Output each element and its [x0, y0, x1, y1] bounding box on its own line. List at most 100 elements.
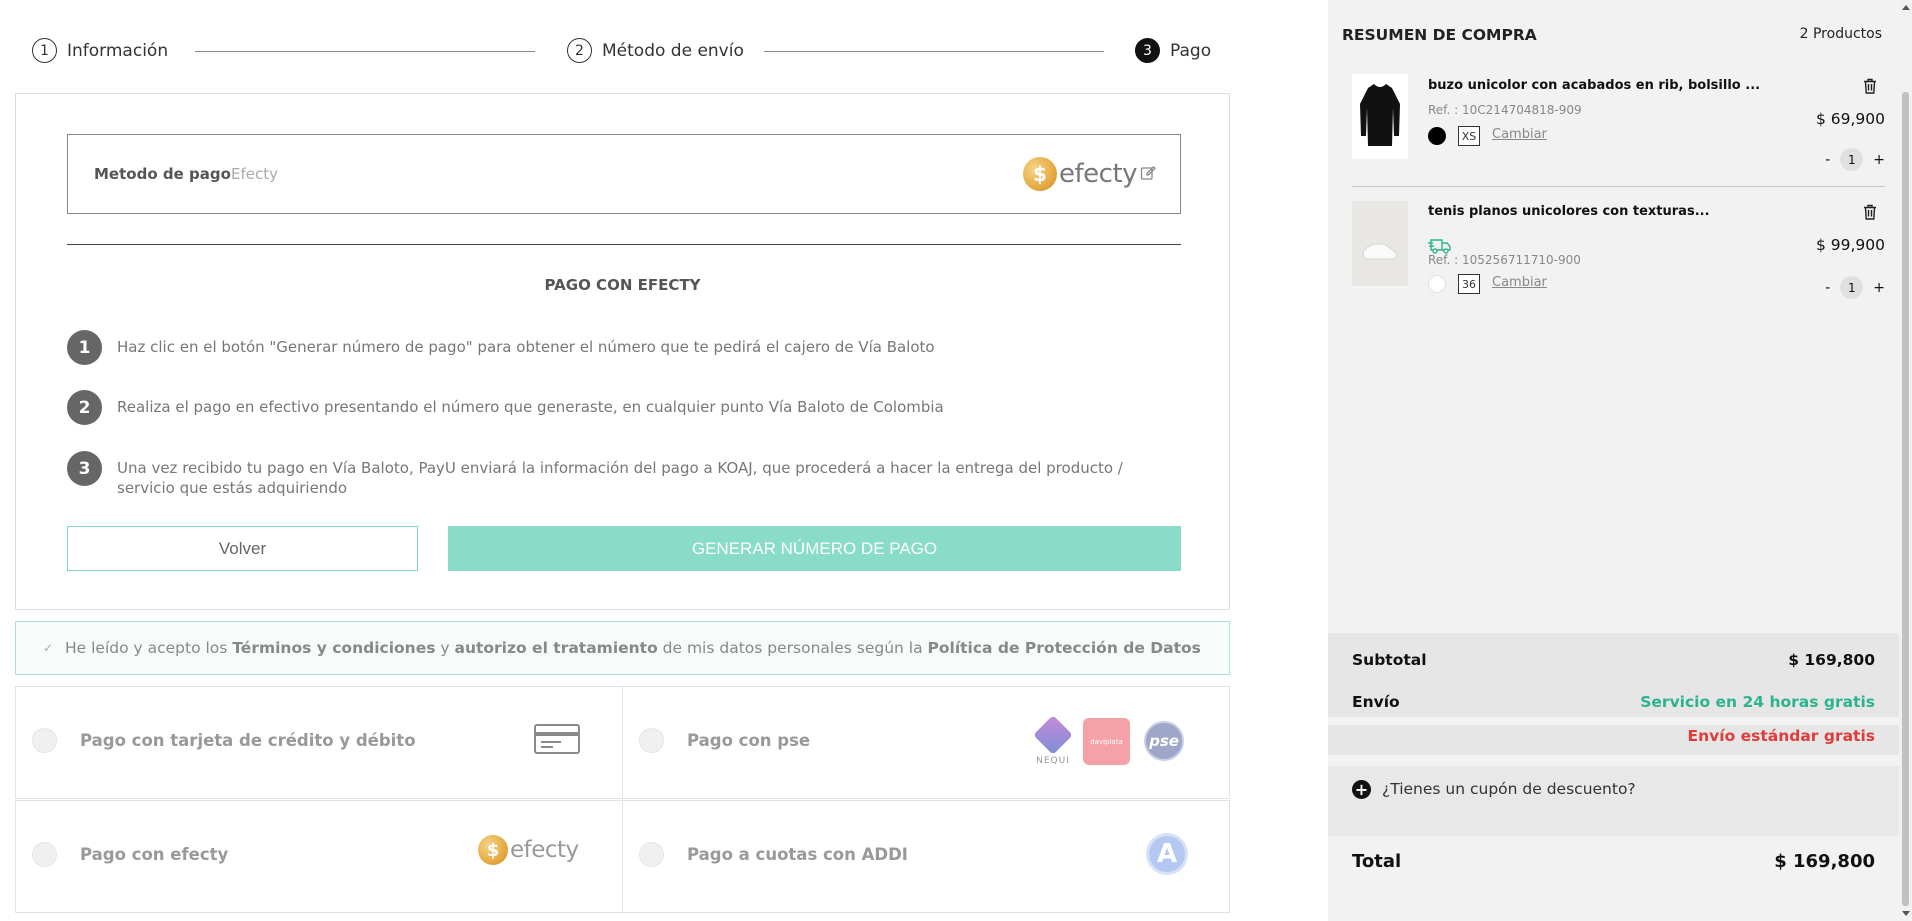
radio-button[interactable]	[32, 842, 57, 867]
product-price: $ 99,900	[1815, 236, 1885, 254]
radio-button[interactable]	[32, 728, 57, 753]
decrease-button[interactable]: -	[1825, 152, 1830, 168]
payment-option-label: Pago con efecty	[80, 845, 229, 864]
terms-text: He leído y acepto los Términos y condici…	[65, 639, 1201, 657]
product-price: $ 69,900	[1815, 110, 1885, 128]
efecty-logo-text: efecty	[510, 837, 579, 863]
instruction-step: 1 Haz clic en el botón "Generar número d…	[67, 330, 1167, 365]
payment-option-label: Pago con pse	[687, 731, 811, 750]
daviplata-logo: daviplata	[1083, 718, 1130, 765]
pse-logo: pse	[1144, 721, 1184, 761]
product-name[interactable]: tenis planos unicolores con texturas...	[1428, 204, 1710, 219]
quantity-value: 1	[1840, 148, 1864, 171]
quantity-stepper: - 1 +	[1825, 276, 1885, 299]
payment-method-label: Metodo de pago	[94, 165, 231, 183]
edit-icon[interactable]	[1140, 165, 1156, 181]
change-link[interactable]: Cambiar	[1492, 127, 1547, 142]
check-icon[interactable]: ✓	[41, 641, 55, 655]
product-image	[1352, 201, 1408, 286]
step-connector	[764, 51, 1104, 52]
step-pago[interactable]: 3 Pago	[1135, 38, 1211, 63]
instruction-number: 2	[67, 390, 102, 425]
efecty-logo: $ efecty	[1023, 157, 1138, 191]
terms-consent[interactable]: ✓ He leído y acepto los Términos y condi…	[15, 621, 1230, 675]
product-name[interactable]: buzo unicolor con acabados en rib, bolsi…	[1428, 78, 1760, 93]
order-summary: RESUMEN DE COMPRA 2 Productos buzo unico…	[1328, 0, 1912, 921]
payment-option-label: Pago a cuotas con ADDI	[687, 845, 908, 864]
nequi-logo-text: NEQUI	[1036, 756, 1070, 766]
payment-option-efecty[interactable]: Pago con efecty $ efecty	[15, 800, 623, 913]
generate-payment-number-button[interactable]: GENERAR NÚMERO DE PAGO	[448, 526, 1181, 571]
coupon-toggle[interactable]: + ¿Tienes un cupón de descuento?	[1328, 766, 1899, 836]
scroll-down-arrow-icon[interactable]	[1902, 911, 1910, 916]
payment-panel: Metodo de pago Efecty $ efecty PAGO CON …	[15, 93, 1230, 610]
subtotal-label: Subtotal	[1352, 651, 1427, 669]
cart-item: buzo unicolor con acabados en rib, bolsi…	[1352, 74, 1885, 184]
trash-icon[interactable]	[1863, 78, 1877, 94]
increase-button[interactable]: +	[1873, 152, 1885, 168]
coupon-label[interactable]: ¿Tienes un cupón de descuento?	[1382, 780, 1636, 798]
nequi-icon	[1033, 715, 1073, 755]
decrease-button[interactable]: -	[1825, 280, 1830, 296]
shipping-label: Envío	[1352, 693, 1400, 711]
quantity-stepper: - 1 +	[1825, 148, 1885, 171]
step-metodo-envio[interactable]: 2 Método de envío	[567, 38, 744, 63]
size-badge: 36	[1458, 274, 1480, 294]
instruction-text: Realiza el pago en efectivo presentando …	[117, 398, 944, 416]
step-label: Método de envío	[602, 40, 744, 61]
efecty-coin-icon: $	[1023, 157, 1057, 191]
step-label: Información	[67, 40, 169, 61]
scrollbar-thumb[interactable]	[1902, 92, 1909, 906]
radio-button[interactable]	[639, 728, 664, 753]
product-ref: Ref. : 105256711710-900	[1428, 253, 1581, 267]
color-swatch	[1428, 275, 1446, 293]
standard-shipping-value: Envío estándar gratis	[1687, 727, 1875, 745]
increase-button[interactable]: +	[1873, 280, 1885, 296]
step-number: 1	[32, 38, 57, 63]
step-label: Pago	[1170, 40, 1212, 61]
step-informacion[interactable]: 1 Información	[32, 38, 168, 63]
instruction-step: 3 Una vez recibido tu pago en Vía Baloto…	[67, 451, 1167, 498]
instruction-text: Haz clic en el botón "Generar número de …	[117, 338, 935, 356]
terms-text-part: de mis datos personales según la	[657, 639, 928, 657]
privacy-policy-link[interactable]: Política de Protección de Datos	[928, 639, 1201, 657]
efecty-logo: $ efecty	[478, 835, 579, 865]
cart-item: tenis planos unicolores con texturas... …	[1352, 201, 1885, 301]
trash-icon[interactable]	[1863, 204, 1877, 220]
payment-option-addi[interactable]: Pago a cuotas con ADDI A	[622, 800, 1230, 913]
credit-card-icon	[534, 724, 580, 754]
terms-link[interactable]: Términos y condiciones	[232, 639, 435, 657]
instruction-number: 3	[67, 451, 102, 486]
change-link[interactable]: Cambiar	[1492, 275, 1547, 290]
data-treatment-link[interactable]: autorizo el tratamiento	[454, 639, 657, 657]
item-divider	[1352, 186, 1885, 187]
back-button[interactable]: Volver	[67, 526, 418, 571]
checkout-stepper: 1 Información 2 Método de envío 3 Pago	[32, 36, 1212, 66]
product-ref: Ref. : 10C214704818-909	[1428, 103, 1582, 117]
efecty-logo-text: efecty	[1059, 159, 1138, 189]
scrollbar[interactable]	[1899, 0, 1912, 921]
efecty-coin-icon: $	[478, 835, 508, 865]
step-number: 3	[1135, 38, 1160, 63]
plus-circle-icon[interactable]: +	[1352, 780, 1371, 799]
shipping-value: Servicio en 24 horas gratis	[1640, 693, 1875, 711]
terms-text-part: He leído y acepto los	[65, 639, 233, 657]
step-connector	[195, 51, 535, 52]
product-image	[1352, 74, 1408, 159]
selected-payment-method: Metodo de pago Efecty $ efecty	[67, 134, 1181, 214]
quantity-value: 1	[1840, 276, 1864, 299]
nequi-logo: NEQUI	[1033, 715, 1073, 766]
payment-option-pse[interactable]: Pago con pse NEQUI daviplata pse	[622, 686, 1230, 799]
efecty-section-title: PAGO CON EFECTY	[544, 276, 701, 294]
product-count: 2 Productos	[1799, 26, 1882, 42]
summary-title: RESUMEN DE COMPRA	[1342, 26, 1537, 44]
color-swatch	[1428, 127, 1446, 145]
total-label: Total	[1352, 851, 1402, 872]
radio-button[interactable]	[639, 842, 664, 867]
step-number: 2	[567, 38, 592, 63]
scroll-up-arrow-icon[interactable]	[1902, 5, 1910, 10]
payment-method-value: Efecty	[231, 165, 278, 183]
payment-option-card[interactable]: Pago con tarjeta de crédito y débito	[15, 686, 623, 799]
size-badge: XS	[1458, 126, 1480, 146]
instruction-text: Una vez recibido tu pago en Vía Baloto, …	[117, 459, 1123, 497]
